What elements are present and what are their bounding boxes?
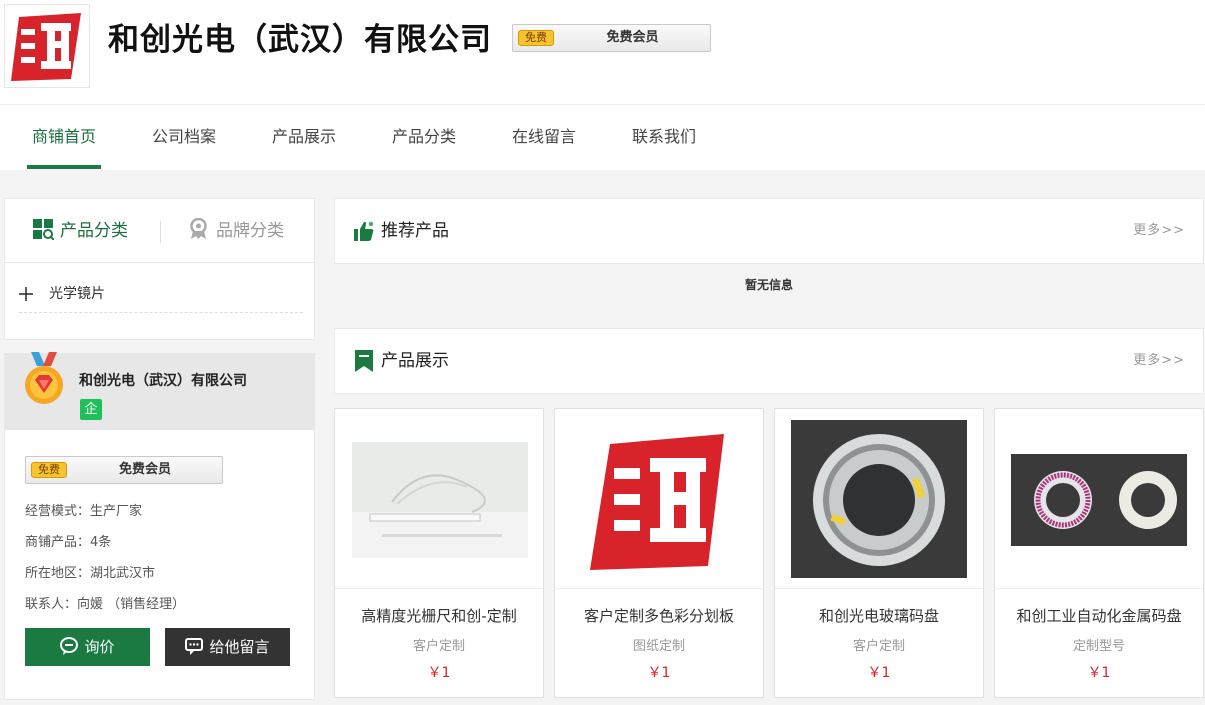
tab-product-categories-label: 产品分类 bbox=[60, 221, 128, 241]
product-price: ￥1 bbox=[1087, 665, 1111, 681]
product-card[interactable]: 客户定制多色彩分划板 图纸定制 ￥1 bbox=[554, 408, 764, 698]
recommended-more-link[interactable]: 更多>> bbox=[1133, 199, 1185, 263]
showcase-title: 产品展示 bbox=[381, 351, 449, 371]
bookmark-icon bbox=[355, 350, 373, 372]
free-tag: 免费 bbox=[518, 30, 554, 46]
info-member-badge: 免费 免费会员 bbox=[25, 456, 223, 484]
member-badge: 免费 免费会员 bbox=[512, 24, 711, 52]
tab-divider bbox=[160, 221, 161, 243]
product-card[interactable]: 和创工业自动化金属码盘 定制型号 ￥1 bbox=[994, 408, 1204, 698]
showcase-section-header: 产品展示 更多>> bbox=[334, 328, 1204, 394]
category-item-label: 光学镜片 bbox=[49, 286, 105, 302]
shop-nav: 商铺首页 公司档案 产品展示 产品分类 在线留言 联系我们 bbox=[0, 104, 1205, 170]
recommended-empty: 暂无信息 bbox=[744, 278, 793, 292]
info-region: 所在地区：湖北武汉市 bbox=[25, 566, 156, 581]
medal-icon bbox=[25, 352, 63, 404]
nav-contact[interactable]: 联系我们 bbox=[627, 105, 701, 169]
recommended-section-header: 推荐产品 更多>> bbox=[334, 198, 1204, 264]
product-name[interactable]: 和创光电玻璃码盘 bbox=[775, 605, 983, 626]
company-info-header: 和创光电（武汉）有限公司 企 bbox=[5, 352, 315, 430]
info-free-tag: 免费 bbox=[31, 462, 67, 478]
info-product-count: 商铺产品：4条 bbox=[25, 535, 112, 550]
chat-bubble-icon bbox=[60, 637, 79, 655]
leave-message-label: 给他留言 bbox=[209, 638, 270, 656]
grid-icon bbox=[33, 219, 55, 241]
product-image[interactable] bbox=[555, 409, 763, 589]
product-name[interactable]: 客户定制多色彩分划板 bbox=[555, 605, 763, 626]
category-tabs: 产品分类 品牌分类 bbox=[5, 199, 315, 263]
company-title: 和创光电（武汉）有限公司 bbox=[108, 22, 492, 58]
product-name[interactable]: 高精度光栅尺和创-定制 bbox=[335, 605, 543, 626]
showcase-more-link[interactable]: 更多>> bbox=[1133, 329, 1185, 393]
info-contact: 联系人：向媛 （销售经理） bbox=[25, 597, 186, 612]
product-model: 图纸定制 bbox=[632, 639, 685, 654]
product-image[interactable] bbox=[995, 409, 1203, 589]
product-model: 定制型号 bbox=[1072, 639, 1125, 654]
info-member-label: 免费会员 bbox=[118, 462, 171, 477]
product-name[interactable]: 和创工业自动化金属码盘 bbox=[995, 605, 1203, 626]
company-info-panel: 和创光电（武汉）有限公司 企 免费 免费会员 经营模式：生产厂家 商铺产品：4条… bbox=[4, 352, 315, 700]
nav-message[interactable]: 在线留言 bbox=[507, 105, 581, 169]
nav-home[interactable]: 商铺首页 bbox=[27, 105, 101, 169]
product-price: ￥1 bbox=[867, 665, 891, 681]
showcase-head: 产品展示 更多>> bbox=[335, 329, 1205, 393]
category-item[interactable]: 光学镜片 bbox=[19, 279, 303, 313]
info-company-name: 和创光电（武汉）有限公司 bbox=[79, 373, 247, 389]
inquiry-button[interactable]: 询价 bbox=[25, 628, 150, 666]
product-model: 客户定制 bbox=[852, 639, 905, 654]
inquiry-label: 询价 bbox=[84, 638, 115, 656]
product-price: ￥1 bbox=[427, 665, 451, 681]
member-label: 免费会员 bbox=[606, 30, 659, 45]
nav-categories[interactable]: 产品分类 bbox=[387, 105, 461, 169]
product-model: 客户定制 bbox=[412, 639, 465, 654]
product-image[interactable] bbox=[775, 409, 983, 589]
product-image[interactable] bbox=[335, 409, 543, 589]
product-price: ￥1 bbox=[647, 665, 671, 681]
nav-profile[interactable]: 公司档案 bbox=[147, 105, 221, 169]
company-logo[interactable] bbox=[4, 4, 90, 88]
product-card[interactable]: 高精度光栅尺和创-定制 客户定制 ￥1 bbox=[334, 408, 544, 698]
message-icon bbox=[185, 638, 204, 655]
thumbs-up-icon bbox=[354, 221, 374, 241]
award-icon bbox=[190, 217, 207, 239]
leave-message-button[interactable]: 给他留言 bbox=[165, 628, 290, 666]
recommended-head: 推荐产品 更多>> bbox=[335, 199, 1205, 263]
recommended-title: 推荐产品 bbox=[381, 221, 449, 241]
expand-plus-icon[interactable] bbox=[19, 287, 33, 301]
product-card[interactable]: 和创光电玻璃码盘 客户定制 ￥1 bbox=[774, 408, 984, 698]
tab-product-categories[interactable]: 产品分类 bbox=[33, 199, 128, 263]
info-business-mode: 经营模式：生产厂家 bbox=[25, 504, 143, 519]
nav-products[interactable]: 产品展示 bbox=[267, 105, 341, 169]
shop-header: 和创光电（武汉）有限公司 免费 免费会员 bbox=[0, 0, 1205, 104]
tab-brand-categories[interactable]: 品牌分类 bbox=[189, 199, 284, 263]
category-panel: 产品分类 品牌分类 光学镜片 bbox=[4, 198, 315, 340]
tab-brand-categories-label: 品牌分类 bbox=[216, 221, 284, 241]
enterprise-badge: 企 bbox=[80, 399, 102, 420]
